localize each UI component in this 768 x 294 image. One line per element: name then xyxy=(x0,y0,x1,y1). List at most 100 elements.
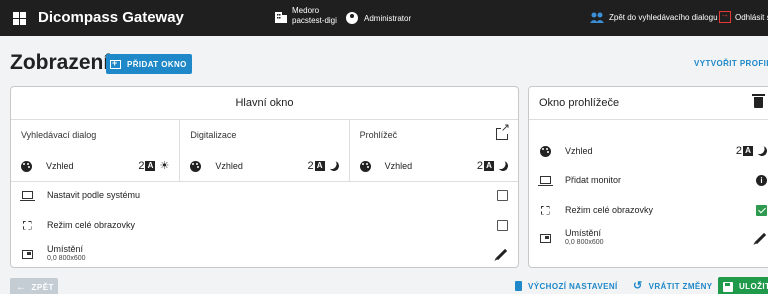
server-name: Medoro xyxy=(292,6,320,15)
font-size-toggle[interactable]: 2A xyxy=(138,160,159,172)
defaults-label: VÝCHOZÍ NASTAVENÍ xyxy=(528,281,618,291)
revert-icon: ↺ xyxy=(633,280,643,292)
edit-pencil-icon[interactable] xyxy=(754,232,767,244)
viewer-fullscreen-checkbox[interactable] xyxy=(756,204,767,216)
palette-icon xyxy=(359,160,371,172)
monitor-icon xyxy=(537,176,553,186)
fullscreen-row: Režim celé obrazovky xyxy=(11,214,518,236)
placement-label: Umístění xyxy=(565,228,602,238)
palette-icon xyxy=(190,160,202,172)
fullscreen-label: Režim celé obrazovky xyxy=(47,220,136,230)
user-name: Administrator xyxy=(364,13,412,23)
placement-value: 0,0 800x600 xyxy=(565,239,604,246)
building-icon xyxy=(275,12,287,23)
viewer-window-title: Okno prohlížeče xyxy=(539,97,620,109)
save-button[interactable]: ULOŽIT xyxy=(718,277,768,294)
info-icon[interactable]: i xyxy=(756,174,767,186)
appearance-label: Vzhled xyxy=(384,161,413,171)
font-a-icon: A xyxy=(145,161,156,171)
server-host: pacstest-digi xyxy=(292,16,337,25)
revert-button[interactable]: ↺ VRÁTIT ZMĚNY xyxy=(633,280,713,292)
sun-icon[interactable]: ☀ xyxy=(159,160,169,172)
viewer-placement-row: Umístění 0,0 800x600 xyxy=(529,227,768,249)
create-profile-button[interactable]: VYTVOŘIT PROFIL xyxy=(694,59,768,68)
column-title: Vyhledávací dialog xyxy=(21,130,97,140)
moon-icon[interactable] xyxy=(756,145,768,158)
page-title: Zobrazení xyxy=(10,51,110,74)
appearance-label: Vzhled xyxy=(215,161,243,171)
column-title: Prohlížeč xyxy=(359,130,398,140)
system-option-checkbox[interactable] xyxy=(497,189,508,201)
edit-pencil-icon[interactable] xyxy=(495,248,508,260)
main-window-columns: Vyhledávací dialog Vzhled 2A ☀ Digitaliz… xyxy=(11,120,518,182)
font-size-toggle[interactable]: 2A xyxy=(736,145,757,157)
defaults-icon xyxy=(515,281,522,291)
back-label: ZPĚT xyxy=(31,282,54,292)
appearance-row: Vzhled 2A xyxy=(359,158,510,174)
logout-link[interactable]: Odhlásit se xyxy=(719,9,768,23)
add-monitor-label: Přidat monitor xyxy=(565,175,622,185)
appearance-label: Vzhled xyxy=(46,161,74,171)
back-to-search-link[interactable]: Zpět do vyhledávacího dialogu xyxy=(590,11,718,23)
font-size-toggle[interactable]: 2A xyxy=(477,160,498,172)
viewer-appearance-row: Vzhled 2A xyxy=(529,140,768,162)
back-button[interactable]: ← ZPĚT xyxy=(10,278,58,294)
fullscreen-checkbox[interactable] xyxy=(497,219,508,231)
palette-icon xyxy=(21,160,32,172)
fullscreen-label: Režim celé obrazovky xyxy=(565,205,654,215)
system-option-label: Nastavit podle systému xyxy=(47,190,141,200)
user-icon xyxy=(346,12,358,24)
viewer-fullscreen-row: Režim celé obrazovky xyxy=(529,199,768,221)
back-to-search-label: Zpět do vyhledávacího dialogu xyxy=(609,12,718,22)
appearance-row: Vzhled 2A xyxy=(190,158,338,174)
people-icon xyxy=(590,12,604,23)
defaults-button[interactable]: VÝCHOZÍ NASTAVENÍ xyxy=(515,281,618,291)
logout-icon xyxy=(719,9,731,23)
font-a-icon: A xyxy=(483,161,494,171)
palette-icon xyxy=(539,145,551,157)
fullscreen-icon xyxy=(541,206,550,215)
laptop-icon xyxy=(19,191,35,201)
placement-value: 0,0 800x600 xyxy=(47,255,86,262)
system-option-row: Nastavit podle systému xyxy=(11,184,518,206)
font-a-icon: A xyxy=(314,161,325,171)
main-window-card: Hlavní okno Vyhledávací dialog Vzhled 2A… xyxy=(10,86,519,268)
moon-icon[interactable] xyxy=(327,160,340,173)
fullscreen-icon xyxy=(23,221,32,230)
app-grid-icon[interactable] xyxy=(13,12,26,25)
add-window-button[interactable]: PŘIDAT OKNO xyxy=(106,54,192,74)
save-label: ULOŽIT xyxy=(739,282,768,291)
main-window-title: Hlavní okno xyxy=(11,87,518,120)
top-bar: Dicompass Gateway Medoro pacstest-digi A… xyxy=(0,0,768,36)
moon-icon[interactable] xyxy=(497,160,510,173)
app-title: Dicompass Gateway xyxy=(38,9,184,26)
font-a-icon: A xyxy=(743,146,753,156)
viewer-window-card: Okno prohlížeče Vzhled 2A Přidat monitor… xyxy=(528,86,768,268)
placement-row: Umístění 0,0 800x600 xyxy=(11,243,518,265)
column-search-dialog: Vyhledávací dialog Vzhled 2A ☀ xyxy=(11,120,181,181)
add-window-label: PŘIDAT OKNO xyxy=(127,59,187,69)
placement-label: Umístění xyxy=(47,244,84,254)
column-viewer: Prohlížeč Vzhled 2A xyxy=(350,120,518,181)
user-menu[interactable]: Administrator xyxy=(346,12,411,24)
font-size-toggle[interactable]: 2A xyxy=(308,160,329,172)
column-title: Digitalizace xyxy=(190,130,237,140)
trash-icon[interactable] xyxy=(752,94,765,108)
column-digitization: Digitalizace Vzhled 2A xyxy=(180,120,350,181)
add-monitor-row: Přidat monitor i xyxy=(529,169,768,191)
open-external-icon[interactable] xyxy=(495,123,510,140)
appearance-label: Vzhled xyxy=(565,146,593,156)
font-size-value: 2 xyxy=(138,160,145,172)
font-size-value: 2 xyxy=(735,145,742,157)
arrow-left-icon: ← xyxy=(16,281,27,293)
font-size-value: 2 xyxy=(476,160,483,172)
server-info: Medoro pacstest-digi xyxy=(274,6,337,26)
add-window-icon xyxy=(110,58,121,69)
appearance-row: Vzhled 2A ☀ xyxy=(21,158,169,174)
save-disk-icon xyxy=(723,281,733,292)
font-size-value: 2 xyxy=(307,160,314,172)
placement-icon xyxy=(21,249,33,259)
placement-icon xyxy=(539,233,551,243)
revert-label: VRÁTIT ZMĚNY xyxy=(648,281,713,291)
logout-label: Odhlásit se xyxy=(735,12,768,22)
